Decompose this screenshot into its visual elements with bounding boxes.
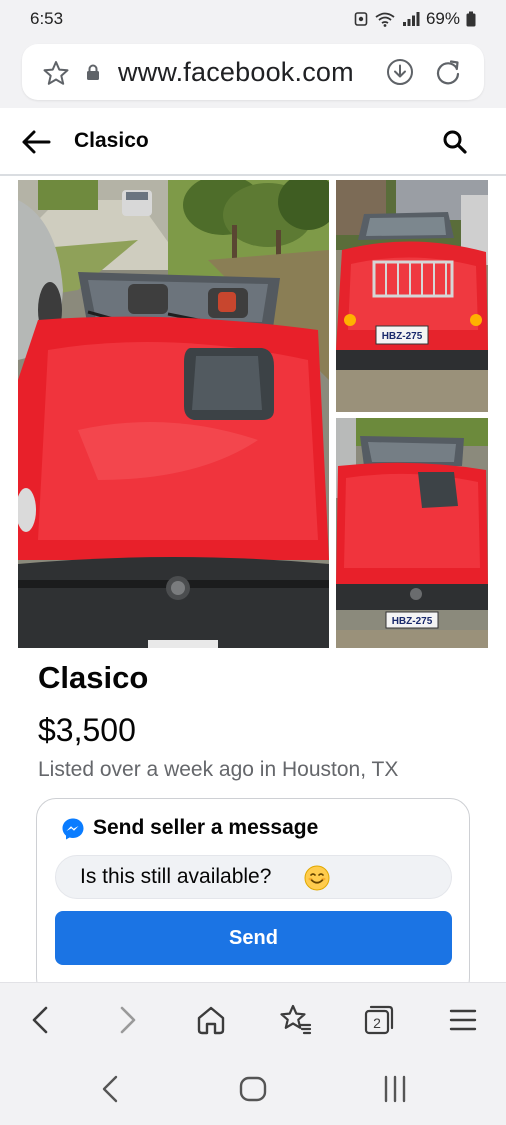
bookmarks-icon[interactable] (278, 1003, 312, 1037)
signal-icon (402, 11, 420, 27)
listing-title: Clasico (38, 660, 149, 695)
system-home-icon[interactable] (238, 1074, 268, 1109)
system-recents-icon[interactable] (380, 1074, 410, 1109)
system-nav-bar (0, 1054, 506, 1125)
wifi-icon (374, 11, 396, 27)
tabs-icon[interactable]: 2 (362, 1003, 396, 1037)
menu-icon[interactable] (446, 1003, 480, 1037)
status-indicators: 69% (354, 9, 476, 29)
message-input-text[interactable]: Is this still available? (80, 865, 271, 889)
status-time: 6:53 (30, 9, 64, 28)
messenger-icon (61, 817, 85, 841)
browser-back-icon[interactable] (24, 1003, 58, 1037)
status-bar: 6:53 69% (0, 0, 506, 38)
message-input[interactable]: Is this still available? (55, 855, 452, 899)
system-back-icon[interactable] (98, 1074, 122, 1109)
send-button[interactable]: Send (55, 911, 452, 965)
tab-count: 2 (373, 1015, 381, 1031)
listing-photo-front[interactable]: HBZ-275 (336, 418, 488, 648)
home-icon[interactable] (194, 1003, 228, 1037)
front-photo-plate-text: HBZ-275 (392, 616, 433, 627)
listing-photo-rear[interactable]: HBZ-275 (336, 180, 488, 412)
battery-level: 69% (425, 9, 460, 28)
search-icon[interactable] (442, 129, 468, 155)
send-message-card: Send seller a message Is this still avai… (36, 798, 470, 998)
listing-meta: Listed over a week ago in Houston, TX (38, 758, 399, 781)
lock-icon (86, 64, 100, 86)
page-title: Clasico (74, 129, 149, 152)
address-bar[interactable]: www.facebook.com (22, 44, 484, 100)
listing-photo-main[interactable] (18, 180, 329, 648)
battery-icon (466, 11, 476, 27)
url-text[interactable]: www.facebook.com (118, 57, 354, 88)
listing-price: $3,500 (38, 712, 136, 748)
browser-bottom-nav: 2 (0, 982, 506, 1054)
smiling-face-icon (304, 865, 330, 891)
marketplace-header: Clasico (0, 108, 506, 176)
send-message-heading: Send seller a message (93, 816, 319, 839)
back-arrow-icon[interactable] (20, 128, 52, 156)
reload-icon[interactable] (434, 58, 462, 91)
browser-forward-icon[interactable] (110, 1003, 144, 1037)
security-shield-icon (354, 11, 368, 27)
browser-toolbar: www.facebook.com (0, 38, 506, 108)
bookmark-star-icon[interactable] (42, 60, 70, 92)
download-icon[interactable] (386, 58, 414, 91)
rear-photo-plate-text: HBZ-275 (382, 331, 423, 342)
